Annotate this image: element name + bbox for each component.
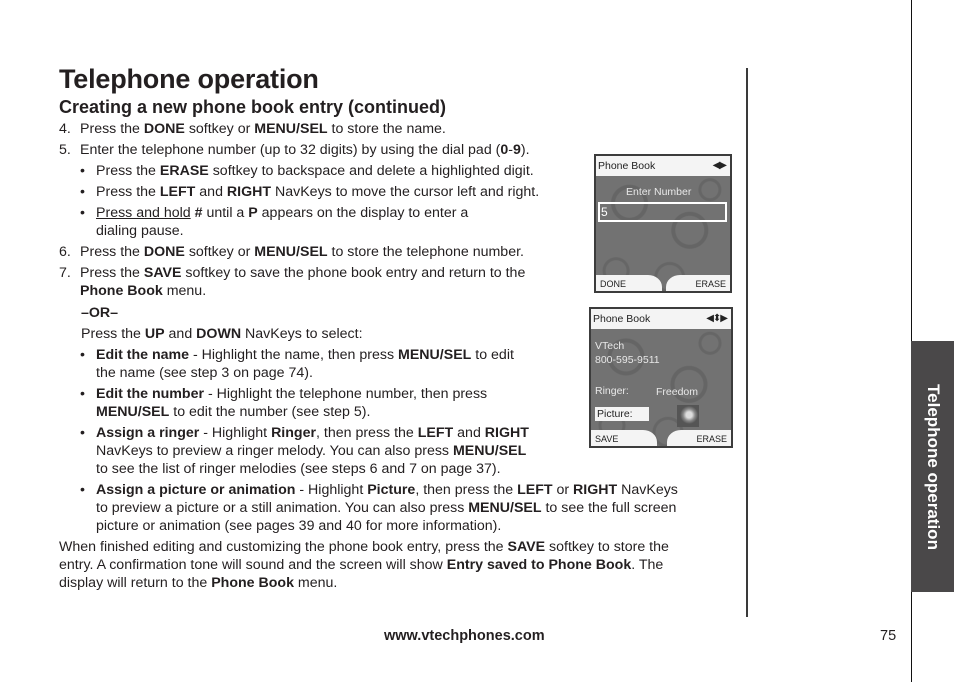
entry-name: VTech <box>595 340 625 352</box>
bullet-left-right: • Press the LEFT and RIGHT NavKeys to mov… <box>80 184 540 200</box>
step-4: 4. Press the DONE softkey or MENU/SEL to … <box>59 121 446 137</box>
screen-header: Phone Book ◀▶ <box>596 156 730 176</box>
footer-url: www.vtechphones.com <box>384 628 545 644</box>
bullet-erase: • Press the ERASE softkey to backspace an… <box>80 163 534 179</box>
option-assign-picture-cont: to preview a picture or a still animatio… <box>96 500 677 516</box>
closing-line-2: entry. A confirmation tone will sound an… <box>59 557 664 573</box>
phone-screen-enter-number: Phone Book ◀▶ Enter Number 5 DONE ERASE <box>594 154 732 293</box>
closing-line-1: When finished editing and customizing th… <box>59 539 669 555</box>
option-assign-ringer-cont2: to see the list of ringer melodies (see … <box>96 461 501 477</box>
option-assign-picture-cont2: picture or animation (see pages 39 and 4… <box>96 518 502 534</box>
bullet-icon: • <box>80 184 85 200</box>
step-5: 5. Enter the telephone number (up to 32 d… <box>59 142 530 158</box>
bullet-icon: • <box>80 163 85 179</box>
column-divider <box>746 68 748 617</box>
erase-softkey: ERASE <box>667 430 731 446</box>
screen-header: Phone Book ◀⬍▶ <box>591 309 731 329</box>
picture-thumbnail <box>677 405 699 427</box>
ringer-label: Ringer: <box>595 385 629 397</box>
option-edit-name: • Edit the name - Highlight the name, the… <box>80 347 514 363</box>
closing-line-3: display will return to the Phone Book me… <box>59 575 338 591</box>
page-number: 75 <box>880 628 897 644</box>
bullet-icon: • <box>80 205 85 221</box>
bullet-icon: • <box>80 425 85 441</box>
ringer-value: Freedom <box>656 386 699 398</box>
option-edit-name-cont: the name (see step 3 on page 74). <box>96 365 313 381</box>
option-assign-picture: • Assign a picture or animation - Highlig… <box>80 482 678 498</box>
page-title: Telephone operation <box>59 64 319 94</box>
bullet-icon: • <box>80 386 85 402</box>
left-right-arrows-icon: ◀▶ <box>712 160 727 171</box>
picture-label: Picture: <box>595 407 649 421</box>
or-separator: –OR– <box>81 305 119 321</box>
phone-screen-entry: Phone Book ◀⬍▶ VTech 800-595-9511 Ringer… <box>589 307 733 448</box>
erase-softkey: ERASE <box>666 275 730 291</box>
side-tab-label: Telephone operation <box>923 383 943 550</box>
save-softkey: SAVE <box>591 430 657 446</box>
section-title: Creating a new phone book entry (continu… <box>59 97 447 117</box>
four-way-arrows-icon: ◀⬍▶ <box>706 313 728 324</box>
step-6: 6. Press the DONE softkey or MENU/SEL to … <box>59 244 524 260</box>
option-assign-ringer-cont: NavKeys to preview a ringer melody. You … <box>96 443 527 459</box>
side-tab: Telephone operation <box>911 341 954 592</box>
number-field: 5 <box>598 202 727 222</box>
softkeys: SAVE ERASE <box>591 430 731 446</box>
updown-instruction: Press the UP and DOWN NavKeys to select: <box>81 326 363 342</box>
bullet-icon: • <box>80 347 85 363</box>
done-softkey: DONE <box>596 275 662 291</box>
enter-number-prompt: Enter Number <box>626 186 692 198</box>
entry-number: 800-595-9511 <box>595 354 660 366</box>
option-assign-ringer: • Assign a ringer - Highlight Ringer, the… <box>80 425 529 441</box>
step-7-cont: Phone Book menu. <box>80 283 207 299</box>
option-edit-number: • Edit the number - Highlight the telepho… <box>80 386 488 402</box>
softkeys: DONE ERASE <box>596 275 730 291</box>
bullet-pause: • Press and hold # until a P appears on t… <box>80 205 469 221</box>
bullet-pause-cont: dialing pause. <box>96 223 184 239</box>
option-edit-number-cont: MENU/SEL to edit the number (see step 5)… <box>96 404 371 420</box>
step-7: 7. Press the SAVE softkey to save the pho… <box>59 265 526 281</box>
screen-background <box>591 309 731 446</box>
screen-background <box>596 156 730 291</box>
bullet-icon: • <box>80 482 85 498</box>
